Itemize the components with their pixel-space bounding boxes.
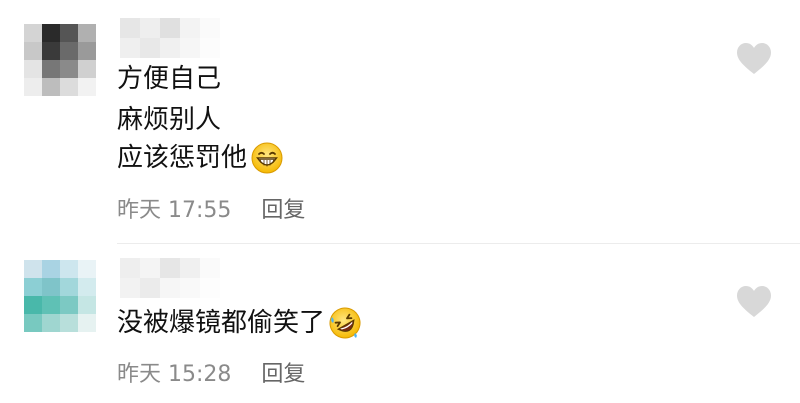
comment-text-line: 麻烦别人	[117, 104, 221, 136]
username-pixel	[200, 38, 220, 58]
avatar-pixel	[42, 42, 60, 60]
username-pixel	[200, 258, 220, 278]
avatar-pixel	[42, 314, 60, 332]
avatar[interactable]	[24, 24, 96, 96]
avatar-pixel	[24, 60, 42, 78]
avatar-pixel	[60, 314, 78, 332]
avatar-pixel	[24, 260, 42, 278]
username-pixel	[140, 18, 160, 38]
username-pixel	[180, 18, 200, 38]
avatar-pixel	[60, 60, 78, 78]
avatar-pixel	[42, 296, 60, 314]
avatar-pixel	[42, 24, 60, 42]
comment-meta: 昨天 15:28 回复	[117, 356, 305, 388]
rolling-on-floor-laughing-emoji	[329, 307, 361, 339]
username-pixel	[120, 278, 140, 298]
comment-text-line: 方便自己	[117, 63, 221, 95]
reply-button[interactable]: 回复	[261, 192, 305, 224]
avatar-pixel	[78, 314, 96, 332]
avatar-pixel	[60, 296, 78, 314]
username-pixel	[140, 258, 160, 278]
username-pixel	[140, 278, 160, 298]
heart-icon[interactable]	[736, 42, 772, 76]
comment-text: 应该惩罚他	[117, 143, 248, 173]
avatar-pixel	[78, 296, 96, 314]
avatar-pixel	[78, 260, 96, 278]
timestamp: 昨天 17:55	[117, 198, 232, 223]
avatar-pixel	[42, 260, 60, 278]
avatar-pixel	[24, 296, 42, 314]
avatar-pixel	[60, 78, 78, 96]
heart-icon[interactable]	[736, 285, 772, 319]
avatar-pixel	[78, 24, 96, 42]
comment-text: 方便自己	[117, 64, 222, 94]
username-pixel	[200, 278, 220, 298]
avatar-pixel	[24, 42, 42, 60]
avatar-pixel	[78, 278, 96, 296]
comment-item: 没被爆镜都偷笑了 昨天 15:28 回复	[0, 250, 800, 403]
username-pixel	[180, 258, 200, 278]
avatar-pixel	[60, 260, 78, 278]
username-pixel	[120, 18, 140, 38]
username-pixel	[180, 38, 200, 58]
avatar-pixel	[24, 314, 42, 332]
avatar-pixel	[42, 278, 60, 296]
username-pixel	[180, 278, 200, 298]
comment-text: 没被爆镜都偷笑了	[117, 308, 326, 338]
comment-text-line: 没被爆镜都偷笑了	[117, 307, 361, 339]
comment-text: 麻烦别人	[117, 105, 222, 135]
avatar[interactable]	[24, 260, 96, 332]
comment-text-line: 应该惩罚他	[117, 142, 283, 174]
avatar-pixel	[78, 60, 96, 78]
username-pixel	[160, 38, 180, 58]
avatar-pixel	[42, 78, 60, 96]
avatar-pixel	[24, 278, 42, 296]
username-pixel	[160, 258, 180, 278]
comment-item: 方便自己 麻烦别人 应该惩罚他 昨天 17:55 回复	[0, 0, 800, 240]
timestamp: 昨天 15:28	[117, 362, 232, 387]
avatar-pixel	[78, 78, 96, 96]
comment-divider	[117, 243, 800, 244]
username-pixel	[200, 18, 220, 38]
comment-meta: 昨天 17:55 回复	[117, 192, 305, 224]
avatar-pixel	[60, 24, 78, 42]
avatar-pixel	[78, 42, 96, 60]
username-pixel	[120, 258, 140, 278]
username-blurred[interactable]	[120, 258, 220, 298]
username-pixel	[120, 38, 140, 58]
avatar-pixel	[24, 78, 42, 96]
username-pixel	[160, 18, 180, 38]
avatar-pixel	[24, 24, 42, 42]
username-pixel	[140, 38, 160, 58]
avatar-pixel	[42, 60, 60, 78]
avatar-pixel	[60, 42, 78, 60]
grinning-face-emoji	[251, 142, 283, 174]
avatar-pixel	[60, 278, 78, 296]
username-pixel	[160, 278, 180, 298]
reply-button[interactable]: 回复	[261, 356, 305, 388]
username-blurred[interactable]	[120, 18, 220, 58]
